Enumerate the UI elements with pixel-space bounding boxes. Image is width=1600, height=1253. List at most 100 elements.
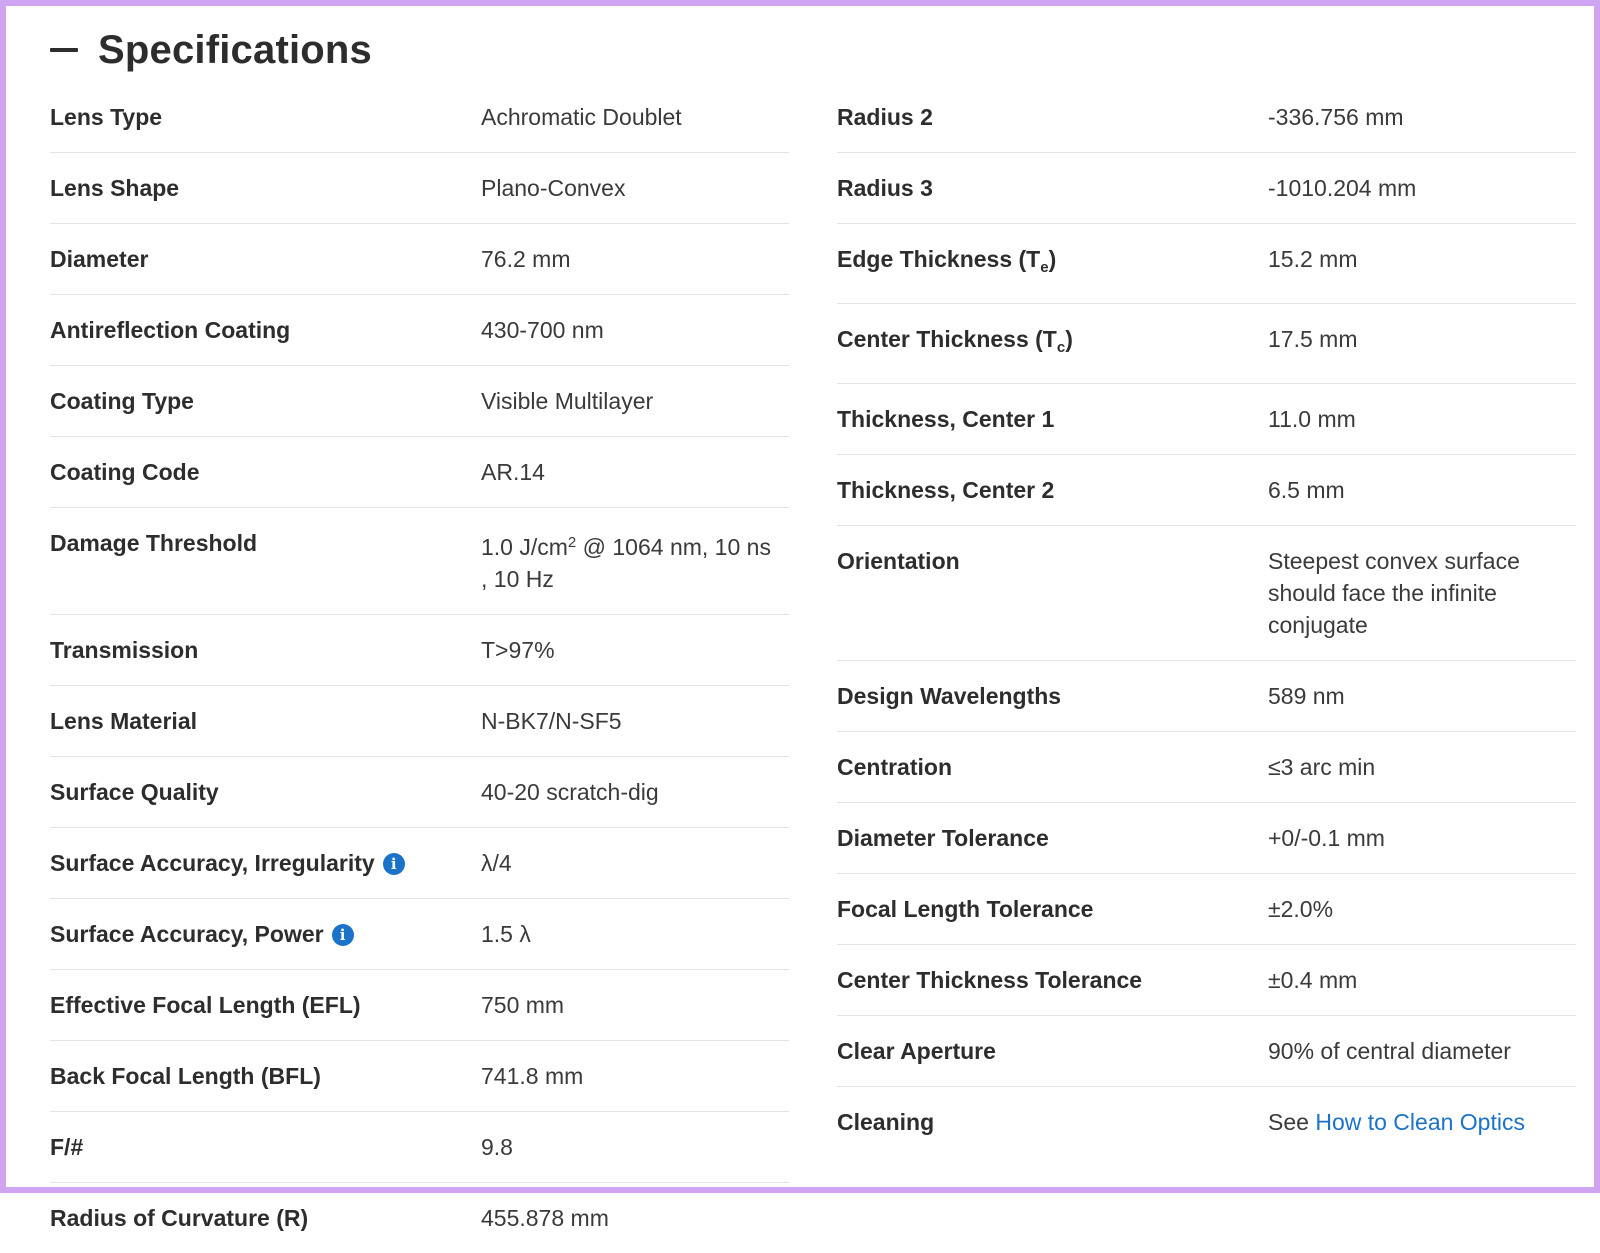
spec-label-text: Antireflection Coating [50, 317, 291, 343]
spec-value-text: 76.2 mm [481, 246, 571, 272]
spec-row: Radius of Curvature (R) 455.878 mm [50, 1183, 789, 1253]
spec-label: Surface Accuracy, Irregularity i [50, 847, 481, 879]
spec-value: ≤3 arc min [1268, 751, 1568, 783]
spec-value: 430-700 nm [481, 314, 781, 346]
spec-value-text: See [1268, 1109, 1316, 1135]
spec-value: See How to Clean Optics [1268, 1106, 1568, 1138]
spec-label-text: Surface Accuracy, Power [50, 921, 324, 947]
spec-label: Design Wavelengths [837, 680, 1268, 712]
spec-row: Centration ≤3 arc min [837, 732, 1576, 803]
spec-value-text: ≤3 arc min [1268, 754, 1376, 780]
page-frame: Specifications Lens Type Achromatic Doubl… [0, 0, 1600, 1231]
spec-label-text: F/# [50, 1134, 84, 1160]
clean-optics-link[interactable]: How to Clean Optics [1315, 1109, 1525, 1135]
spec-row: Damage Threshold 1.0 J/cm2 @ 1064 nm, 10 … [50, 508, 789, 615]
spec-row: Cleaning See How to Clean Optics [837, 1087, 1576, 1157]
spec-value-text: 17.5 mm [1268, 326, 1358, 352]
spec-value-text: 6.5 mm [1268, 477, 1345, 503]
spec-label: Radius 3 [837, 172, 1268, 204]
spec-label: Thickness, Center 2 [837, 474, 1268, 506]
spec-label-text: Radius of Curvature (R) [50, 1205, 309, 1231]
spec-label: Lens Material [50, 705, 481, 737]
spec-value-text: 741.8 mm [481, 1063, 584, 1089]
spec-value-text: N-BK7/N-SF5 [481, 708, 622, 734]
spec-label: Diameter [50, 243, 481, 275]
spec-label: Radius of Curvature (R) [50, 1202, 481, 1234]
spec-value: 1.5 λ [481, 918, 781, 950]
spec-label: Lens Shape [50, 172, 481, 204]
spec-label: Antireflection Coating [50, 314, 481, 346]
spec-label: Centration [837, 751, 1268, 783]
spec-value-text: Visible Multilayer [481, 388, 654, 414]
spec-value-text: AR.14 [481, 459, 545, 485]
spec-label-text: Focal Length Tolerance [837, 896, 1094, 922]
spec-value-text: 455.878 mm [481, 1205, 609, 1231]
spec-label: Surface Accuracy, Power i [50, 918, 481, 950]
spec-label-text: Surface Accuracy, Irregularity [50, 850, 375, 876]
spec-value: 455.878 mm [481, 1202, 781, 1234]
spec-label-text: Back Focal Length (BFL) [50, 1063, 321, 1089]
spec-value-text: T>97% [481, 637, 555, 663]
spec-value-text: 430-700 nm [481, 317, 604, 343]
spec-label-text: Center Thickness (T [837, 326, 1057, 352]
spec-label-text: Diameter Tolerance [837, 825, 1049, 851]
spec-value: 17.5 mm [1268, 323, 1568, 355]
spec-value-text: λ/4 [481, 850, 512, 876]
spec-value: AR.14 [481, 456, 781, 488]
spec-value-text: 9.8 [481, 1134, 513, 1160]
spec-row: Transmission T>97% [50, 615, 789, 686]
spec-label: F/# [50, 1131, 481, 1163]
spec-value: ±2.0% [1268, 893, 1568, 925]
spec-row: Focal Length Tolerance ±2.0% [837, 874, 1576, 945]
spec-value: 15.2 mm [1268, 243, 1568, 275]
spec-label-text: Coating Code [50, 459, 200, 485]
spec-row: Thickness, Center 2 6.5 mm [837, 455, 1576, 526]
spec-value-text: ±2.0% [1268, 896, 1334, 922]
spec-value: 750 mm [481, 989, 781, 1021]
info-icon[interactable]: i [382, 853, 405, 875]
spec-value-text: +0/-0.1 mm [1268, 825, 1385, 851]
spec-row: Radius 2 -336.756 mm [837, 82, 1576, 153]
spec-label-text: ) [1048, 246, 1057, 272]
spec-row: Coating Code AR.14 [50, 437, 789, 508]
spec-label-text: Centration [837, 754, 952, 780]
spec-label-text: Design Wavelengths [837, 683, 1062, 709]
spec-label: Clear Aperture [837, 1035, 1268, 1067]
spec-value: Achromatic Doublet [481, 101, 781, 133]
minus-icon[interactable] [50, 48, 78, 52]
spec-label: Cleaning [837, 1106, 1268, 1138]
spec-value-superscript: 2 [567, 534, 577, 551]
spec-value: 76.2 mm [481, 243, 781, 275]
spec-label: Lens Type [50, 101, 481, 133]
spec-value-text: 40-20 scratch-dig [481, 779, 659, 805]
spec-label-text: Orientation [837, 548, 960, 574]
spec-value-text: 750 mm [481, 992, 565, 1018]
spec-label-text: Lens Shape [50, 175, 180, 201]
spec-value: N-BK7/N-SF5 [481, 705, 781, 737]
spec-value: -336.756 mm [1268, 101, 1568, 133]
spec-row: Surface Accuracy, Power i 1.5 λ [50, 899, 789, 970]
page-title: Specifications [98, 27, 372, 72]
spec-label-text: Thickness, Center 1 [837, 406, 1055, 432]
spec-row: Lens Type Achromatic Doublet [50, 82, 789, 153]
spec-value: 40-20 scratch-dig [481, 776, 781, 808]
spec-row: Thickness, Center 1 11.0 mm [837, 384, 1576, 455]
spec-label: Edge Thickness (Te) [837, 243, 1268, 284]
spec-label-text: Transmission [50, 637, 199, 663]
spec-label-text: Damage Threshold [50, 530, 258, 556]
spec-row: Diameter Tolerance +0/-0.1 mm [837, 803, 1576, 874]
specifications-header[interactable]: Specifications [50, 24, 372, 76]
spec-label: Surface Quality [50, 776, 481, 808]
spec-label-text: Surface Quality [50, 779, 219, 805]
spec-row: Effective Focal Length (EFL) 750 mm [50, 970, 789, 1041]
spec-label-subscript: e [1040, 259, 1049, 276]
spec-value: 9.8 [481, 1131, 781, 1163]
spec-label-text: ) [1065, 326, 1073, 352]
spec-label-text: Lens Material [50, 708, 197, 734]
spec-value: ±0.4 mm [1268, 964, 1568, 996]
spec-value: 589 nm [1268, 680, 1568, 712]
spec-column-left: Lens Type Achromatic Doublet Lens Shape Pla… [50, 82, 789, 1253]
info-icon[interactable]: i [331, 924, 354, 946]
spec-value: +0/-0.1 mm [1268, 822, 1568, 854]
spec-row: Coating Type Visible Multilayer [50, 366, 789, 437]
